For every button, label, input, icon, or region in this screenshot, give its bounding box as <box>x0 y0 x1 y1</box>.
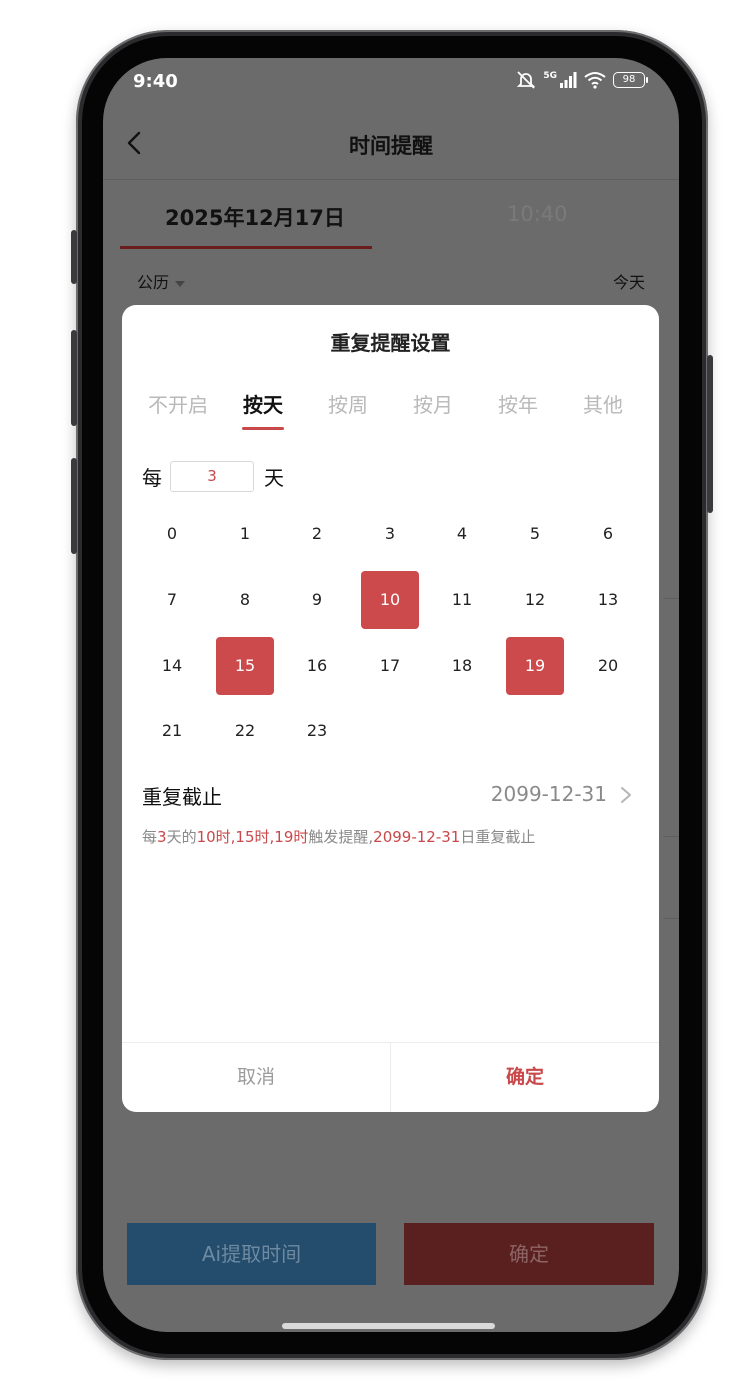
calendar-type-label: 公历 <box>137 273 170 292</box>
status-time: 9:40 <box>133 71 178 92</box>
summary-highlight: 10时,15时,19时 <box>196 828 309 846</box>
calendar-type-selector[interactable]: 公历 <box>137 269 186 293</box>
mute-bell-icon <box>517 71 536 89</box>
wifi-icon <box>584 72 606 89</box>
today-button[interactable]: 今天 <box>613 269 645 293</box>
repeat-reminder-dialog: 重复提醒设置 不开启 按天 按周 按月 按年 其他 每 3 天 01234567… <box>122 305 659 1112</box>
ai-extract-time-button[interactable]: Ai提取时间 <box>127 1223 376 1285</box>
background-divider <box>663 598 679 599</box>
caret-down-icon <box>175 280 186 287</box>
repeat-end-label: 重复截止 <box>142 785 222 809</box>
hour-cell-23[interactable]: 23 <box>288 702 346 760</box>
signal-icon <box>560 72 577 88</box>
dialog-title: 重复提醒设置 <box>330 331 451 355</box>
hour-cell-11[interactable]: 11 <box>433 571 491 629</box>
interval-row: 每 3 天 <box>142 460 284 492</box>
interval-input[interactable]: 3 <box>170 460 254 492</box>
network-type: 5G <box>543 71 557 81</box>
summary-text: 天的 <box>166 828 197 846</box>
hour-cell-12[interactable]: 12 <box>506 571 564 629</box>
summary-highlight: 3 <box>157 828 167 846</box>
hour-cell-4[interactable]: 4 <box>433 505 491 563</box>
hour-cell-1[interactable]: 1 <box>216 505 274 563</box>
tab-active-indicator <box>120 246 372 249</box>
volume-up-button <box>71 330 77 426</box>
hour-cell-14[interactable]: 14 <box>143 637 201 695</box>
summary-text: 触发提醒, <box>308 828 374 846</box>
tab-repeat-yearly[interactable]: 按年 <box>498 389 538 418</box>
mute-switch <box>71 230 77 284</box>
hour-cell-22[interactable]: 22 <box>216 702 274 760</box>
status-icons: 5G 98 <box>515 70 648 90</box>
hour-cell-8[interactable]: 8 <box>216 571 274 629</box>
summary-text: 每 <box>142 828 158 846</box>
hour-cell-10[interactable]: 10 <box>361 571 419 629</box>
battery-level: 98 <box>622 74 636 85</box>
hour-cell-19[interactable]: 19 <box>506 637 564 695</box>
hour-cell-9[interactable]: 9 <box>288 571 346 629</box>
tab-repeat-weekly[interactable]: 按周 <box>328 389 368 418</box>
hour-cell-13[interactable]: 13 <box>579 571 637 629</box>
chevron-right-icon <box>621 787 631 803</box>
home-indicator[interactable] <box>282 1323 495 1329</box>
tab-repeat-daily[interactable]: 按天 <box>243 389 283 418</box>
volume-down-button <box>71 458 77 554</box>
summary-text: 日重复截止 <box>460 828 536 846</box>
hour-cell-17[interactable]: 17 <box>361 637 419 695</box>
battery-indicator: 98 <box>613 72 648 88</box>
ok-button[interactable]: 确定 <box>391 1042 659 1112</box>
repeat-summary: 每3天的10时,15时,19时触发提醒,2099-12-31日重复截止 <box>142 826 535 847</box>
tab-repeat-monthly[interactable]: 按月 <box>413 389 453 418</box>
repeat-mode-tabs: 不开启 按天 按周 按月 按年 其他 <box>122 389 659 429</box>
mode-active-indicator <box>242 427 284 430</box>
hour-cell-7[interactable]: 7 <box>143 571 201 629</box>
hour-cell-6[interactable]: 6 <box>579 505 637 563</box>
cancel-button[interactable]: 取消 <box>122 1042 390 1112</box>
hour-cell-0[interactable]: 0 <box>143 505 201 563</box>
interval-suffix: 天 <box>264 465 284 490</box>
confirm-button[interactable]: 确定 <box>404 1223 654 1285</box>
hour-cell-2[interactable]: 2 <box>288 505 346 563</box>
repeat-end-value: 2099-12-31 <box>490 782 607 806</box>
tab-date[interactable]: 2025年12月17日 <box>165 202 345 232</box>
hour-cell-5[interactable]: 5 <box>506 505 564 563</box>
status-bar: 9:40 5G 98 <box>103 58 679 104</box>
tab-repeat-other[interactable]: 其他 <box>583 389 623 418</box>
hour-cell-16[interactable]: 16 <box>288 637 346 695</box>
header-divider <box>103 179 679 180</box>
background-divider <box>663 836 679 837</box>
hour-cell-15[interactable]: 15 <box>216 637 274 695</box>
hour-cell-3[interactable]: 3 <box>361 505 419 563</box>
repeat-end-row[interactable]: 重复截止 2099-12-31 <box>142 781 639 811</box>
hour-cell-21[interactable]: 21 <box>143 702 201 760</box>
hour-cell-20[interactable]: 20 <box>579 637 637 695</box>
background-divider <box>663 918 679 919</box>
interval-prefix: 每 <box>142 465 162 490</box>
tab-repeat-off[interactable]: 不开启 <box>148 389 208 418</box>
page-title: 时间提醒 <box>349 134 433 158</box>
power-button <box>707 355 713 513</box>
summary-highlight: 2099-12-31 <box>373 828 461 846</box>
hour-cell-18[interactable]: 18 <box>433 637 491 695</box>
tab-time[interactable]: 10:40 <box>507 202 568 226</box>
